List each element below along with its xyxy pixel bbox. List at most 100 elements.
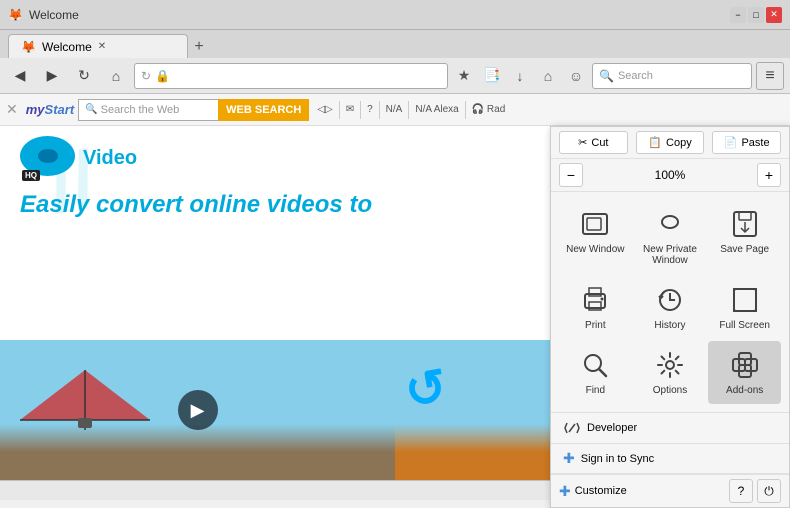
new-private-icon	[654, 208, 686, 240]
toolbar-bar: ✕ myStart 🔍 Search the Web WEB SEARCH ◁▷…	[0, 94, 790, 126]
toolbar-search-input[interactable]: 🔍 Search the Web	[78, 99, 218, 121]
search-bar[interactable]: 🔍 Search	[592, 63, 752, 89]
add-ons-icon	[729, 349, 761, 381]
menu-bottom-icons: ? ⏻	[729, 479, 781, 503]
hq-icon-wrapper: HQ	[20, 136, 75, 181]
home-button[interactable]: ⌂	[102, 62, 130, 90]
browser-content: // HQ Video Easily convert online videos…	[0, 126, 790, 480]
help-icon[interactable]: ?	[729, 479, 753, 503]
menu-item-full-screen[interactable]: Full Screen	[708, 276, 781, 339]
hq-badge: HQ	[22, 170, 40, 181]
menu-item-add-ons[interactable]: Add-ons	[708, 341, 781, 404]
tab-bar: 🦊 Welcome ✕ +	[0, 30, 790, 58]
options-label: Options	[653, 385, 687, 396]
paste-button[interactable]: 📄 Paste	[712, 131, 781, 154]
bookmark-icon[interactable]: 📑	[480, 64, 504, 88]
history-icon	[654, 284, 686, 316]
favicon-icon: 🦊	[8, 8, 23, 22]
tb-audio-icon[interactable]: 🎧 Rad	[472, 104, 506, 115]
address-bar[interactable]: ↻ 🔒	[134, 63, 448, 89]
toolbar-separator-3	[379, 101, 380, 119]
new-private-label: New PrivateWindow	[643, 244, 697, 266]
toolbar-separator	[339, 101, 340, 119]
tab-welcome[interactable]: 🦊 Welcome ✕	[8, 34, 188, 58]
cut-icon: ✂	[578, 136, 587, 149]
window-controls: − □ ✕	[730, 7, 782, 23]
lock-icon: 🔒	[155, 69, 170, 83]
menu-item-developer[interactable]: Developer	[551, 413, 789, 444]
menu-item-options[interactable]: Options	[634, 341, 707, 404]
zoom-out-button[interactable]: −	[559, 163, 583, 187]
hq-section: HQ Video	[20, 136, 137, 181]
sign-in-plus-icon: ✚	[563, 450, 575, 467]
tb-mail-icon[interactable]: ✉	[346, 104, 354, 115]
firefox-menu: ✂ Cut 📋 Copy 📄 Paste − 100% +	[550, 126, 790, 508]
hang-glider-left-svg	[10, 350, 160, 450]
menu-item-find[interactable]: Find	[559, 341, 632, 404]
star-icon[interactable]: ★	[452, 64, 476, 88]
video-label: Video	[83, 147, 137, 170]
toolbar-separator-5	[465, 101, 466, 119]
nav-icons: ★ 📑 ↓ ⌂ ☺	[452, 64, 588, 88]
menu-zoom-row: − 100% +	[551, 159, 789, 192]
find-label: Find	[586, 385, 605, 396]
search-icon: 🔍	[599, 69, 614, 83]
page-tagline: Easily convert online videos to	[20, 191, 372, 219]
print-label: Print	[585, 320, 606, 331]
smiley-icon[interactable]: ☺	[564, 64, 588, 88]
customize-label: Customize	[575, 485, 627, 497]
save-page-label: Save Page	[720, 244, 769, 255]
history-label: History	[654, 320, 685, 331]
search-placeholder: Search	[618, 70, 653, 82]
menu-item-print[interactable]: Print	[559, 276, 632, 339]
toolbar-close-icon[interactable]: ✕	[6, 101, 18, 118]
customize-link[interactable]: ✚ Customize	[559, 483, 627, 500]
menu-item-new-window[interactable]: New Window	[559, 200, 632, 274]
full-screen-label: Full Screen	[719, 320, 770, 331]
hamburger-menu-button[interactable]: ≡	[756, 62, 784, 90]
developer-label: Developer	[587, 422, 637, 434]
sign-in-label: Sign in to Sync	[581, 453, 654, 465]
customize-plus-icon: ✚	[559, 483, 571, 500]
menu-item-history[interactable]: History	[634, 276, 707, 339]
menu-sign-in[interactable]: ✚ Sign in to Sync	[551, 444, 789, 474]
tab-close-button[interactable]: ✕	[98, 41, 106, 52]
maximize-button[interactable]: □	[748, 7, 764, 23]
cut-button[interactable]: ✂ Cut	[559, 131, 628, 154]
tab-favicon: 🦊	[21, 40, 36, 54]
zoom-in-button[interactable]: +	[757, 163, 781, 187]
menu-item-new-private[interactable]: New PrivateWindow	[634, 200, 707, 274]
developer-icon	[563, 419, 581, 437]
nav-bar: ◀ ▶ ↻ ⌂ ↻ 🔒 ★ 📑 ↓ ⌂ ☺ 🔍 Search ≡	[0, 58, 790, 94]
close-button[interactable]: ✕	[766, 7, 782, 23]
menu-item-save-page[interactable]: Save Page	[708, 200, 781, 274]
download-icon[interactable]: ↓	[508, 64, 532, 88]
forward-button[interactable]: ▶	[38, 62, 66, 90]
back-button[interactable]: ◀	[6, 62, 34, 90]
tab-label: Welcome	[42, 40, 92, 54]
refresh-button[interactable]: ↻	[70, 62, 98, 90]
copy-icon: 📋	[648, 136, 662, 149]
toolbar-separator-4	[408, 101, 409, 119]
full-screen-icon	[729, 284, 761, 316]
find-icon	[579, 349, 611, 381]
minimize-button[interactable]: −	[730, 7, 746, 23]
new-tab-button[interactable]: +	[188, 36, 210, 58]
blue-arrow-icon: ↺	[400, 357, 451, 421]
tb-help-icon[interactable]: ?	[367, 104, 373, 115]
power-icon[interactable]: ⏻	[757, 479, 781, 503]
mystart-my: my	[26, 102, 45, 117]
save-page-icon	[729, 208, 761, 240]
mystart-logo: myStart	[26, 102, 74, 117]
tb-nav-icon[interactable]: ◁▷	[317, 104, 332, 115]
web-search-button[interactable]: WEB SEARCH	[218, 99, 309, 121]
home-nav-icon[interactable]: ⌂	[536, 64, 560, 88]
cut-label: Cut	[591, 137, 608, 149]
paste-label: Paste	[741, 137, 769, 149]
toolbar-search-placeholder: Search the Web	[101, 104, 180, 116]
menu-grid: New Window New PrivateWindow Save Page	[551, 192, 789, 413]
tb-alexa-icon[interactable]: N/A Alexa	[415, 104, 458, 115]
copy-button[interactable]: 📋 Copy	[636, 131, 705, 154]
tb-na-icon: N/A	[386, 104, 403, 115]
play-button[interactable]: ▶	[178, 390, 218, 430]
